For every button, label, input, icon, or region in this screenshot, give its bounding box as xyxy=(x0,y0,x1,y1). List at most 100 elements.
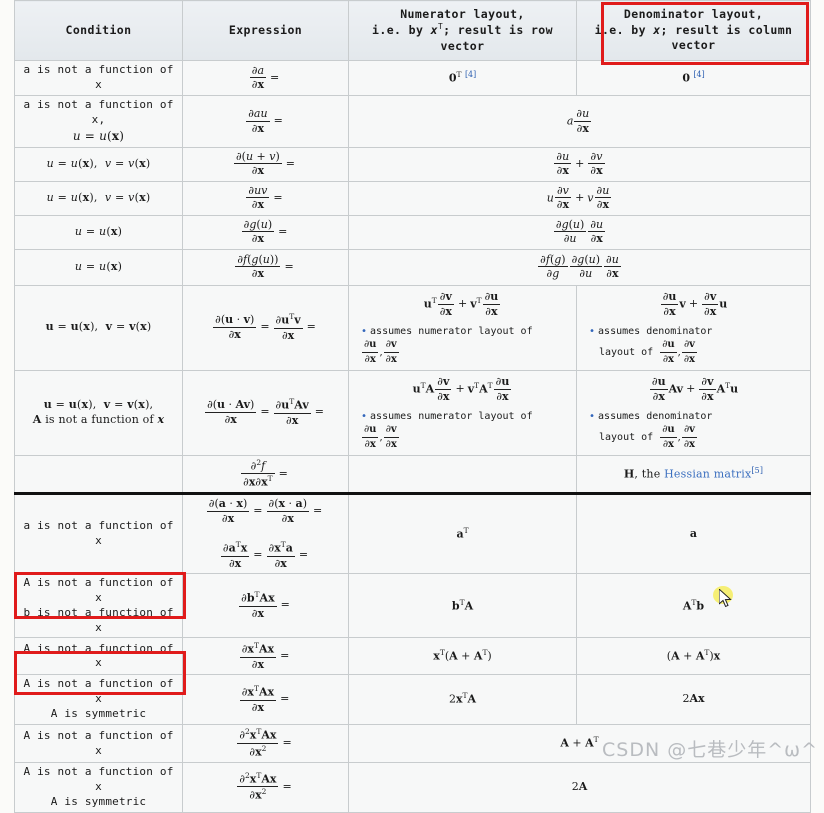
matrix-calculus-table: Condition Expression Numerator layout, i… xyxy=(14,0,811,813)
note-text: assumes numerator layout of xyxy=(370,411,533,422)
cond-text: a is not a function of x xyxy=(23,519,174,548)
table-row: u = u(x), v = v(x) ∂(u · v) ∂x = ∂uTv ∂x = uT… xyxy=(14,284,811,371)
row-merged-result: ∂g(u) ∂u ∂u ∂x xyxy=(348,214,811,250)
row-condition xyxy=(14,454,183,495)
row-condition: a is not a function of x xyxy=(14,60,183,97)
table-header-row: Condition Expression Numerator layout, i… xyxy=(14,0,811,62)
cond-text-sym: A is symmetric xyxy=(50,707,147,721)
cond-text-A: A is not a function of x xyxy=(23,576,174,604)
row-merged-result: u ∂v ∂x + v ∂u ∂x xyxy=(348,180,811,216)
row-numerator-result: 2xTA xyxy=(348,674,577,725)
csdn-watermark: CSDN @七巷少年^ω^ xyxy=(602,739,818,761)
left-margin xyxy=(0,0,14,770)
row-numerator-result xyxy=(348,454,577,495)
row-numerator-result: bTA xyxy=(348,573,577,639)
row-denominator-result: ATb xyxy=(576,573,811,639)
row-expression: ∂bTAx ∂x = xyxy=(182,573,349,639)
row-numerator-result: xT(A + AT) xyxy=(348,637,577,676)
header-denominator-layout: Denominator layout, i.e. by x; result is… xyxy=(576,0,811,62)
table-row: a is not a function of x ∂a ∂x = 0T [4] 0 … xyxy=(14,60,811,97)
row-condition: u = u(x), v = v(x) xyxy=(14,146,183,182)
denominator-layout-note: • assumes denominator layout of ∂u ∂x, ∂v ∂x xyxy=(589,326,713,365)
header-condition-label: Condition xyxy=(65,22,132,37)
row-expression: ∂a ∂x = xyxy=(182,60,349,97)
row-expression: ∂f(g(u)) ∂x = xyxy=(182,248,349,286)
header-denominator-line1: Denominator layout, xyxy=(623,7,764,22)
cond-text-sym: A is symmetric xyxy=(50,794,147,808)
bullet-icon: • xyxy=(589,326,596,337)
header-numerator-line2: i.e. by xT; result is row xyxy=(372,22,553,38)
cond-text: a is not a function of x, xyxy=(23,98,174,126)
hessian-matrix-link[interactable]: Hessian matrix xyxy=(664,467,751,480)
matrix-calculus-table-wrapper: Condition Expression Numerator layout, i… xyxy=(14,0,811,813)
header-expression: Expression xyxy=(182,0,349,62)
cond-text: A is not a function of x xyxy=(23,641,174,670)
cond-text-A: A is not a function of x xyxy=(23,677,174,706)
row-condition: u = u(x), v = v(x) xyxy=(14,180,183,216)
numerator-layout-note: • assumes numerator layout of ∂u ∂x, ∂v ∂x xyxy=(361,326,533,365)
table-row: u = u(x), v = v(x) ∂(u + v) ∂x = ∂u ∂x + ∂v ∂x xyxy=(14,146,811,182)
right-margin xyxy=(812,0,824,770)
table-row: u = u(x) ∂f(g(u)) ∂x = ∂f(g) ∂g ∂g(u) ∂u ∂u ∂x xyxy=(14,248,811,286)
row-condition: a is not a function of x, u = u(x) xyxy=(14,95,183,148)
header-denominator-line3: vector xyxy=(671,38,716,53)
row-condition: A is not a function of x xyxy=(14,724,183,763)
row-numerator-result: uT ∂v ∂x + vT ∂u ∂x • assumes numerator layout … xyxy=(348,284,577,371)
row-expression: ∂2f ∂x∂xT = xyxy=(182,454,349,495)
row-merged-result: a ∂u ∂x xyxy=(348,95,811,148)
denominator-layout-note: • assumes denominator layout of ∂u ∂x, ∂v ∂x xyxy=(589,411,713,450)
row-merged-result: ∂u ∂x + ∂v ∂x xyxy=(348,146,811,182)
row-denominator-result: ∂u ∂x v + ∂v ∂x u • assumes denominator layout … xyxy=(576,284,811,371)
note-text: assumes numerator layout of xyxy=(370,326,533,337)
row-condition: A is not a function of x xyxy=(14,637,183,676)
bullet-icon: • xyxy=(361,411,368,422)
table-row: u = u(x) ∂g(u) ∂x = ∂g(u) ∂u ∂u ∂x xyxy=(14,214,811,250)
header-numerator-line3: vector xyxy=(440,38,485,53)
row-expression: ∂uv ∂x = xyxy=(182,180,349,216)
row-condition: u = u(x), v = v(x), A is not a function … xyxy=(14,369,183,456)
row-condition-A-b-not-function: A is not a function of x b is not a func… xyxy=(14,573,183,639)
table-row: u = u(x), v = v(x), A is not a function … xyxy=(14,369,811,456)
bullet-icon: • xyxy=(361,326,368,337)
row-expression: ∂(u · v) ∂x = ∂uTv ∂x = xyxy=(182,284,349,371)
row-denominator-result: 0 [4] xyxy=(576,60,811,97)
table-row: A is not a function of x ∂xTAx ∂x = xT(A +… xyxy=(14,637,811,676)
row-denominator-result: a xyxy=(576,492,811,575)
cond-text: a is not a function of x xyxy=(23,63,174,92)
ref-4-num: [4] xyxy=(464,69,477,79)
row-numerator-result: aT xyxy=(348,492,577,575)
table-row: u = u(x), v = v(x) ∂uv ∂x = u ∂v ∂x + v ∂u ∂x xyxy=(14,180,811,216)
row-condition: u = u(x), v = v(x) xyxy=(14,284,183,371)
numerator-layout-note: • assumes numerator layout of ∂u ∂x, ∂v ∂x xyxy=(361,411,533,450)
row-expression: ∂xTAx ∂x = xyxy=(182,674,349,725)
row-denominator-result: ∂u ∂x Av + ∂v ∂x ATu • assumes denominator layo… xyxy=(576,369,811,456)
row-condition: u = u(x) xyxy=(14,214,183,250)
row-expression: ∂au ∂x = xyxy=(182,95,349,148)
row-expression: ∂g(u) ∂x = xyxy=(182,214,349,250)
header-numerator-layout: Numerator layout, i.e. by xT; result is … xyxy=(348,0,577,62)
header-numerator-line1: Numerator layout, xyxy=(400,7,525,21)
row-denominator-result: H, the Hessian matrix[5] xyxy=(576,454,811,495)
bullet-icon: • xyxy=(589,411,596,422)
ref-4-den: [4] xyxy=(693,69,705,79)
header-condition: Condition xyxy=(14,0,183,62)
cond-text-A: A is not a function of x xyxy=(23,765,174,793)
page-background: Condition Expression Numerator layout, i… xyxy=(0,0,824,813)
row-numerator-result: 0T [4] xyxy=(348,60,577,97)
table-row: a is not a function of x, u = u(x) ∂au ∂x… xyxy=(14,95,811,148)
cond-text: A is not a function of x xyxy=(23,728,174,757)
note-text: assumes denominator xyxy=(598,326,713,337)
mouse-cursor-icon xyxy=(719,589,732,608)
note-layout-of: layout of xyxy=(599,346,654,358)
row-condition: a is not a function of x xyxy=(14,492,183,575)
ref-5: [5] xyxy=(751,465,764,475)
row-denominator-result: 2Ax xyxy=(576,674,811,725)
table-row: A is not a function of x A is symmetric … xyxy=(14,674,811,725)
row-condition: u = u(x) xyxy=(14,248,183,286)
table-row: ∂2f ∂x∂xT = H, the Hessian matrix[5] xyxy=(14,454,811,495)
table-row: a is not a function of x ∂(a · x) ∂x = ∂(x … xyxy=(14,492,811,575)
row-denominator-result: (A + AT)x xyxy=(576,637,811,676)
cond-text-b: b is not a function of x xyxy=(23,605,174,634)
row-merged-result: ∂f(g) ∂g ∂g(u) ∂u ∂u ∂x xyxy=(348,248,811,286)
note-text: assumes denominator xyxy=(598,411,713,422)
